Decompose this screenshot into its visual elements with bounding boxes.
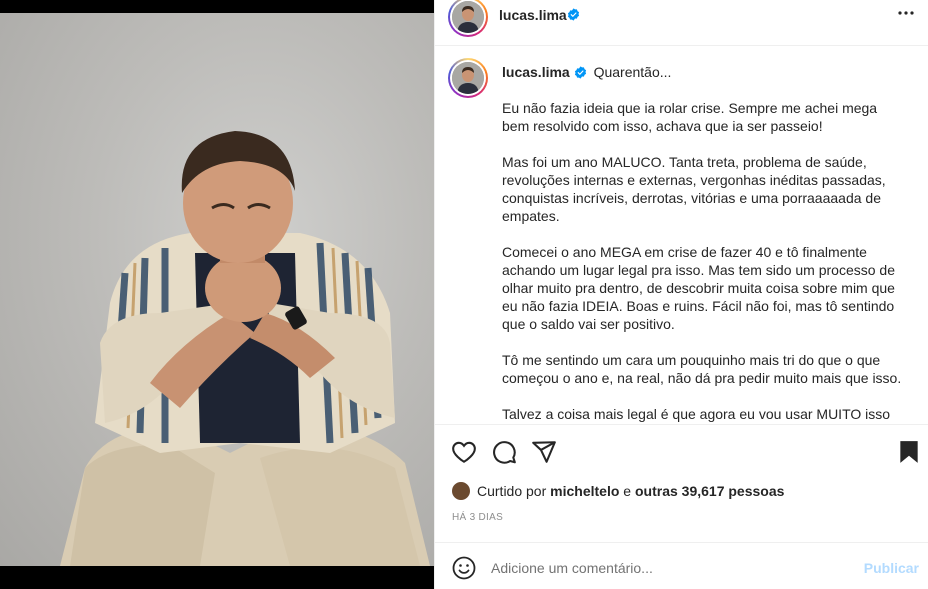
caption-paragraph: Mas foi um ano MALUCO. Tanta treta, prob… — [502, 154, 886, 224]
comment-bar: Publicar — [435, 542, 928, 589]
caption-header: lucas.lima Quarentão... — [502, 64, 671, 80]
post-location[interactable]: Quarentão... — [594, 64, 672, 80]
caption-username[interactable]: lucas.lima — [502, 64, 570, 80]
caption-author-avatar[interactable] — [448, 58, 488, 98]
verified-badge-icon — [570, 64, 587, 80]
liker-username[interactable]: micheltelo — [550, 483, 619, 499]
caption-paragraph: Talvez a coisa mais legal é que agora eu… — [502, 406, 891, 422]
bookmark-icon[interactable] — [896, 439, 922, 465]
avatar-image — [452, 1, 484, 33]
likes-others-link[interactable]: outras 39,617 pessoas — [635, 483, 784, 499]
post-photo[interactable] — [0, 13, 434, 566]
post-header: lucas.lima — [435, 0, 928, 46]
caption-area[interactable]: lucas.lima Quarentão... Eu não fazia ide… — [435, 46, 928, 424]
post-details-panel: lucas.lima lucas.lima Quarentão... Eu nã… — [434, 0, 928, 589]
author-username[interactable]: lucas.lima — [499, 7, 567, 23]
heart-icon[interactable] — [451, 439, 477, 465]
caption-paragraph: Tô me sentindo um cara um pouquinho mais… — [502, 352, 902, 386]
caption-paragraph: Eu não fazia ideia que ia rolar crise. S… — [502, 100, 878, 134]
photo-illustration — [60, 131, 430, 566]
caption-paragraph: Comecei o ano MEGA em crise de fazer 40 … — [502, 244, 895, 332]
post-date[interactable]: HÁ 3 DIAS — [452, 512, 503, 523]
emoji-icon[interactable] — [452, 556, 476, 580]
more-options-icon[interactable] — [897, 4, 915, 27]
likes-prefix: Curtido por — [477, 483, 547, 499]
liker-avatar[interactable] — [451, 481, 471, 501]
verified-badge-icon — [563, 6, 580, 24]
comment-icon[interactable] — [491, 439, 517, 465]
avatar-image — [452, 62, 484, 94]
comment-input[interactable] — [491, 555, 851, 581]
likes-middle: e — [623, 483, 632, 499]
action-bar — [435, 424, 928, 478]
likes-summary: Curtido por micheltelo e outras 39,617 p… — [451, 480, 784, 502]
author-avatar[interactable] — [448, 0, 488, 37]
caption-text: Eu não fazia ideia que ia rolar crise. S… — [502, 99, 907, 424]
publish-button[interactable]: Publicar — [864, 560, 919, 576]
send-icon[interactable] — [531, 439, 557, 465]
post-media[interactable] — [0, 0, 434, 589]
